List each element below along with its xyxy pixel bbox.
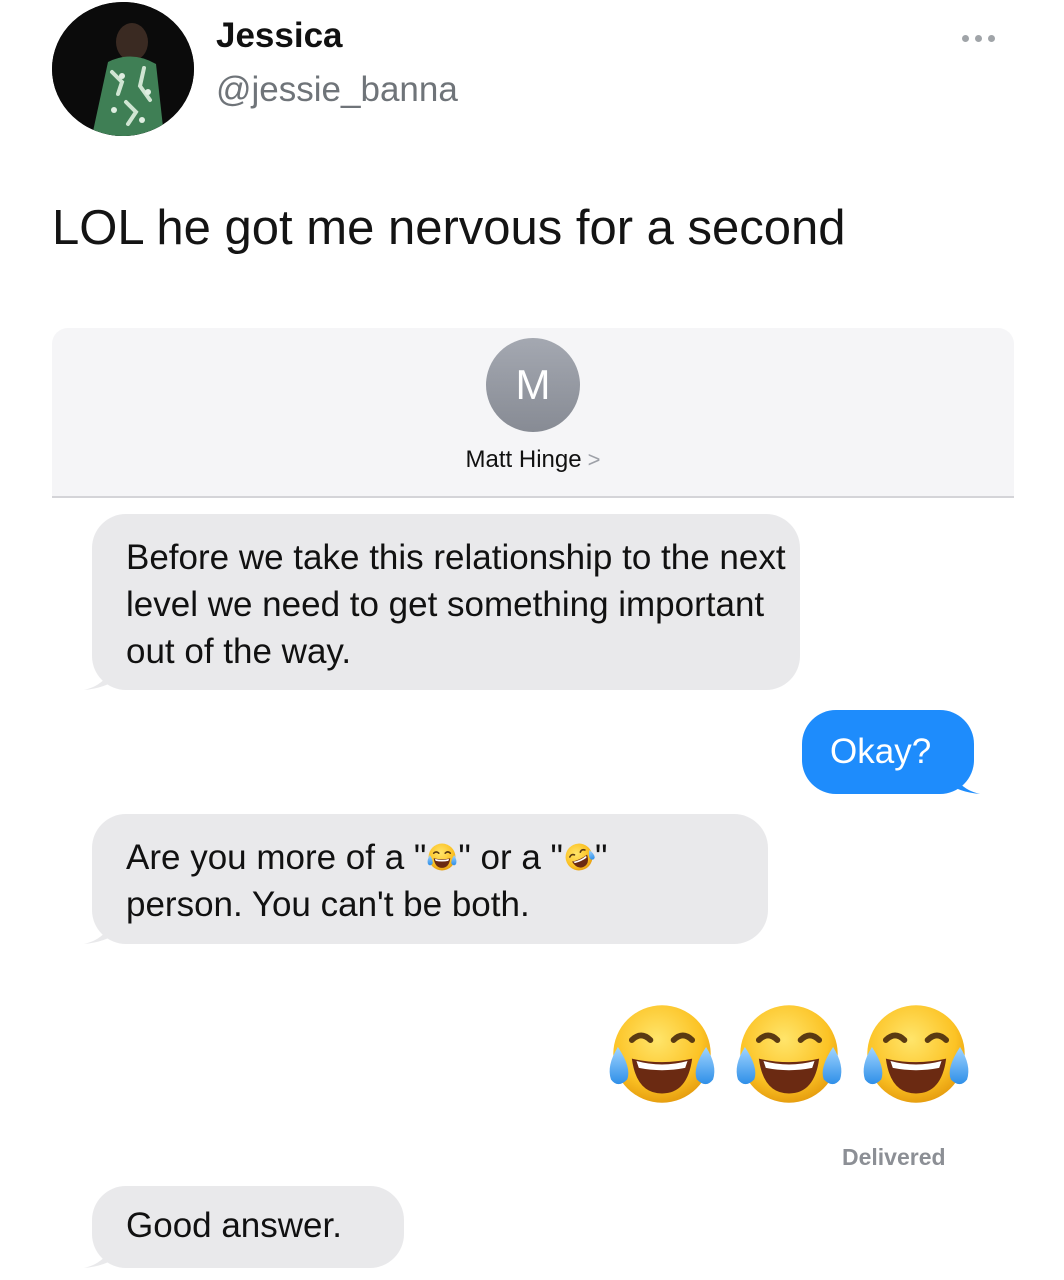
more-dot [975,34,982,42]
message-text: Good answer. [126,1206,342,1245]
message-text: Okay? [830,732,932,771]
contact-avatar: M [486,338,580,432]
message-text: Are you more of a " [126,838,427,877]
message-text: person. You can't be both. [126,885,530,924]
imessage-screenshot[interactable]: M Matt Hinge > Before we take this relati… [52,328,1014,1280]
more-horizontal-icon[interactable] [962,33,1006,43]
author-handle[interactable]: @jessie_banna [216,70,458,110]
face-with-tears-of-joy-icon [426,841,458,873]
message-text: " or a " [458,838,563,877]
message-line: person. You can't be both. [126,881,768,928]
face-with-tears-of-joy-icon [731,996,847,1112]
profile-photo [52,2,194,136]
bubble-tail [946,762,980,794]
author-name[interactable]: Jessica [216,16,343,56]
message-text: Before we take this relationship to the … [126,538,786,671]
bubble-tail [84,1236,118,1268]
contact-name: Matt Hinge [465,446,582,473]
face-with-tears-of-joy-icon [604,996,720,1112]
message-text: " [594,838,608,877]
received-message-bubble: Good answer. [92,1186,404,1268]
delivered-status: Delivered [842,1144,946,1170]
face-with-tears-of-joy-icon [858,996,974,1112]
bubble-tail [84,658,118,690]
avatar[interactable] [52,2,194,136]
emoji-message [604,996,974,1120]
more-dot [962,34,969,42]
chevron-right-icon: > [587,447,601,472]
message-line: Are you more of a " " or a " " [126,834,768,881]
contact-header: M Matt Hinge > [52,328,1014,498]
bubble-tail [84,912,118,944]
contact-name-row: Matt Hinge > [52,446,1014,474]
received-message-bubble: Before we take this relationship to the … [92,514,800,690]
tweet-text: LOL he got me nervous for a second [52,201,846,255]
received-message-bubble: Are you more of a " " or a " " person. You… [92,814,768,944]
more-dot [988,34,995,42]
rolling-on-the-floor-laughing-icon [563,841,595,873]
